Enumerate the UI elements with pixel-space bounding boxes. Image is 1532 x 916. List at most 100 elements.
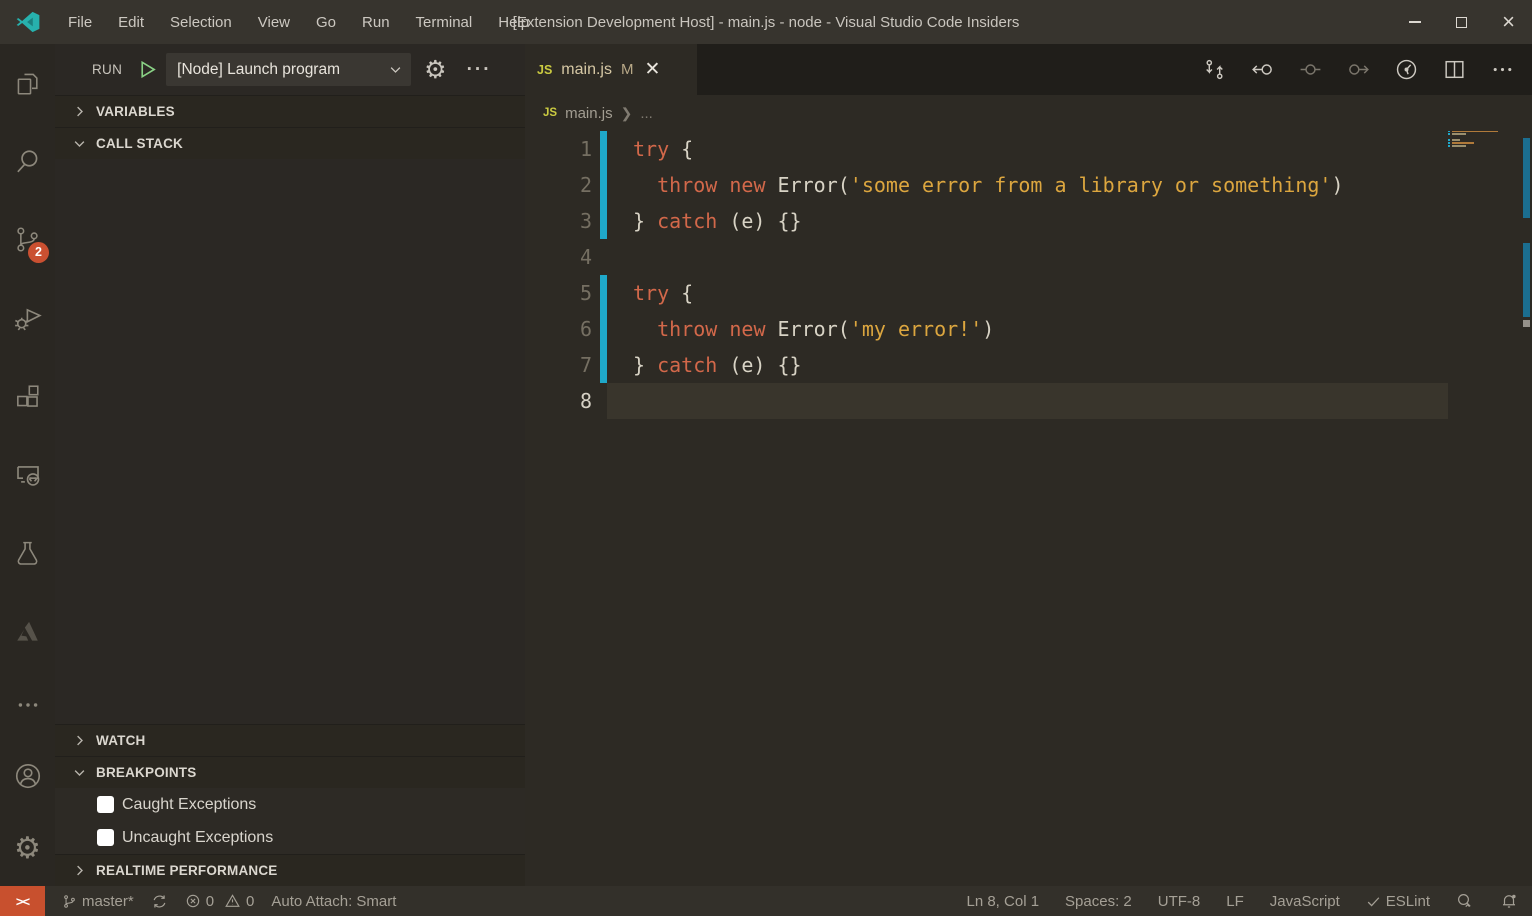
search-icon[interactable] — [0, 122, 55, 200]
breadcrumb-symbol[interactable]: ... — [640, 105, 653, 122]
code-token — [633, 173, 657, 197]
warnings-icon — [224, 893, 241, 909]
modified-gutter-indicator — [600, 311, 607, 347]
step-back-icon[interactable] — [1250, 57, 1275, 82]
code-line-6[interactable]: 6 throw new Error('my error!') — [525, 311, 1532, 347]
git-branch-icon — [62, 893, 77, 910]
line-number: 5 — [525, 275, 600, 311]
tab-main-js[interactable]: JS main.js M ✕ — [525, 44, 697, 95]
sync-changes-button[interactable] — [151, 893, 168, 910]
configure-launch-icon[interactable]: ⚙ — [424, 57, 446, 82]
code-line-1[interactable]: 1try { — [525, 131, 1532, 167]
title-bar: File Edit Selection View Go Run Terminal… — [0, 0, 1532, 44]
remote-indicator[interactable]: >< — [0, 886, 45, 916]
notifications-button[interactable] — [1500, 892, 1518, 910]
code-line-8[interactable]: 8 — [525, 383, 1532, 419]
code-line-2[interactable]: 2 throw new Error('some error from a lib… — [525, 167, 1532, 203]
code-line-4[interactable]: 4 — [525, 239, 1532, 275]
code-line-5[interactable]: 5try { — [525, 275, 1532, 311]
close-button[interactable]: × — [1485, 0, 1532, 44]
menu-file[interactable]: File — [55, 0, 105, 44]
remote-explorer-icon[interactable] — [0, 436, 55, 514]
minimize-button[interactable] — [1391, 0, 1438, 44]
code-editor[interactable]: 1try {2 throw new Error('some error from… — [525, 131, 1532, 886]
indentation-status[interactable]: Spaces: 2 — [1065, 893, 1132, 910]
code-text: try { — [607, 275, 1448, 311]
code-token: ) — [1331, 173, 1343, 197]
azure-icon[interactable] — [0, 592, 55, 670]
section-call-stack[interactable]: CALL STACK — [55, 127, 525, 159]
extensions-icon[interactable] — [0, 357, 55, 435]
code-token: Error — [778, 317, 838, 341]
source-control-icon[interactable]: 2 — [0, 201, 55, 279]
accounts-icon[interactable] — [0, 739, 55, 812]
feedback-icon — [1456, 892, 1474, 910]
gutter-spacer — [600, 239, 607, 275]
menu-terminal[interactable]: Terminal — [403, 0, 486, 44]
auto-attach-status[interactable]: Auto Attach: Smart — [271, 893, 396, 910]
line-number: 7 — [525, 347, 600, 383]
section-realtime-performance[interactable]: REALTIME PERFORMANCE — [55, 854, 525, 886]
breakpoint-uncaught-exceptions[interactable]: Uncaught Exceptions — [55, 821, 525, 854]
code-token: { — [669, 281, 693, 305]
step-forward-icon[interactable] — [1346, 57, 1371, 82]
play-icon — [136, 58, 159, 81]
more-actions-icon[interactable] — [1490, 57, 1515, 82]
eol-status[interactable]: LF — [1226, 893, 1244, 910]
code-line-7[interactable]: 7} catch (e) {} — [525, 347, 1532, 383]
line-number: 4 — [525, 239, 600, 275]
start-debugging-button[interactable] — [136, 58, 159, 81]
code-text: } catch (e) {} — [607, 203, 1448, 239]
eslint-status[interactable]: ESLint — [1366, 893, 1430, 910]
menu-go[interactable]: Go — [303, 0, 349, 44]
caught-exceptions-checkbox[interactable] — [97, 796, 114, 813]
modified-gutter-indicator — [600, 347, 607, 383]
encoding-status[interactable]: UTF-8 — [1158, 893, 1201, 910]
menu-run[interactable]: Run — [349, 0, 403, 44]
maximize-icon — [1456, 17, 1467, 28]
breadcrumb: JS main.js ❯ ... — [525, 95, 1532, 131]
git-branch-status[interactable]: master* — [62, 893, 134, 910]
explorer-icon[interactable] — [0, 44, 55, 122]
code-token: new — [729, 173, 765, 197]
language-mode[interactable]: JavaScript — [1270, 893, 1340, 910]
uncaught-exceptions-checkbox[interactable] — [97, 829, 114, 846]
minimap[interactable] — [1448, 131, 1522, 148]
code-token: 'my error!' — [850, 317, 982, 341]
modified-gutter-indicator — [600, 203, 607, 239]
debug-pause-marker-icon[interactable] — [1298, 57, 1323, 82]
source-control-badge: 2 — [28, 242, 49, 263]
status-bar: >< master* 0 0 Auto Attach: Smart Ln 8, … — [0, 886, 1532, 916]
code-text — [607, 239, 1448, 275]
run-and-debug-icon[interactable] — [0, 279, 55, 357]
more-views-icon[interactable] — [0, 671, 55, 740]
modified-gutter-indicator — [600, 131, 607, 167]
section-variables[interactable]: VARIABLES — [55, 95, 525, 127]
code-token: new — [729, 317, 765, 341]
code-line-3[interactable]: 3} catch (e) {} — [525, 203, 1532, 239]
testing-icon[interactable] — [0, 514, 55, 592]
chevron-right-icon — [72, 104, 87, 119]
problems-status[interactable]: 0 0 — [185, 893, 255, 910]
section-breakpoints[interactable]: BREAKPOINTS — [55, 756, 525, 788]
views-more-actions-icon[interactable]: ··· — [467, 59, 492, 81]
menu-selection[interactable]: Selection — [157, 0, 245, 44]
settings-gear-icon[interactable]: ⚙ — [0, 813, 55, 886]
close-tab-icon[interactable]: ✕ — [644, 58, 660, 81]
warnings-count: 0 — [246, 893, 254, 910]
feedback-button[interactable] — [1456, 892, 1474, 910]
launch-configuration-dropdown[interactable]: [Node] Launch program — [166, 53, 411, 86]
breadcrumb-file[interactable]: main.js — [565, 105, 613, 122]
breakpoint-caught-exceptions[interactable]: Caught Exceptions — [55, 788, 525, 821]
menu-edit[interactable]: Edit — [105, 0, 157, 44]
encoding-label: UTF-8 — [1158, 893, 1201, 910]
menu-view[interactable]: View — [245, 0, 303, 44]
profile-session-icon[interactable] — [1394, 57, 1419, 82]
open-changes-icon[interactable] — [1202, 57, 1227, 82]
line-number: 3 — [525, 203, 600, 239]
cursor-position[interactable]: Ln 8, Col 1 — [966, 893, 1039, 910]
split-editor-icon[interactable] — [1442, 57, 1467, 82]
maximize-button[interactable] — [1438, 0, 1485, 44]
branch-name: master* — [82, 893, 134, 910]
section-watch[interactable]: WATCH — [55, 724, 525, 756]
